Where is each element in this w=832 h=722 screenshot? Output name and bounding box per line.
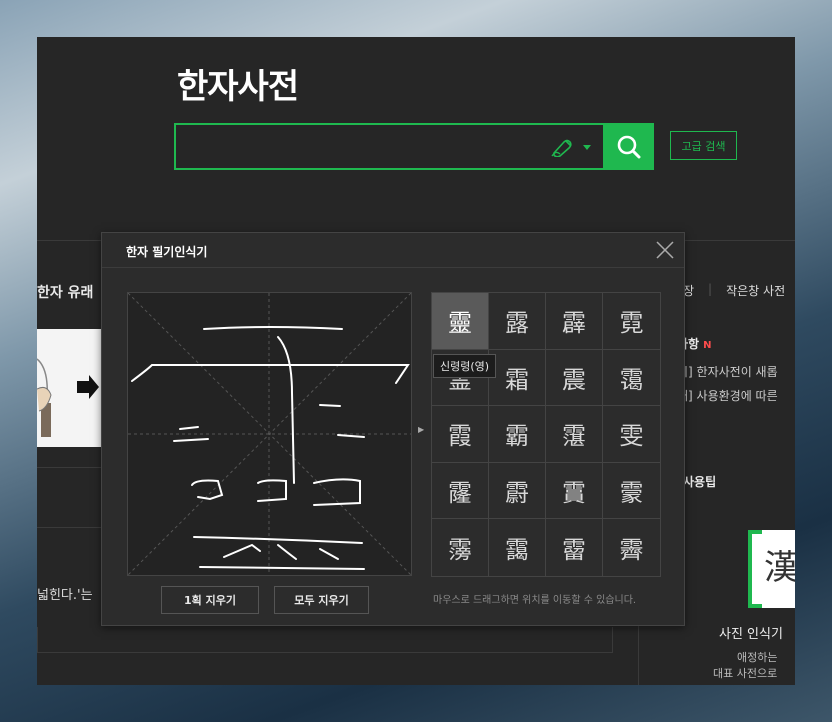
candidate-character[interactable]: 霨 (489, 462, 546, 520)
content-box (37, 627, 613, 653)
candidate-character[interactable]: 霣 (546, 462, 603, 520)
erase-all-button[interactable]: 모두 지우기 (274, 586, 369, 614)
advanced-search-button[interactable]: 고급 검색 (670, 131, 737, 160)
han-character-logo: 漢 (748, 530, 795, 608)
origin-heading: 한자 유래 (37, 285, 94, 301)
candidate-character[interactable]: 霳 (432, 462, 489, 520)
drag-hint: 마우스로 드래그하면 위치를 이동할 수 있습니다. (433, 595, 637, 606)
close-icon (656, 241, 674, 259)
candidate-character[interactable]: 露 (489, 293, 546, 350)
candidate-character[interactable]: 震 (546, 349, 603, 407)
quick-link-small-window[interactable]: 작은창 사전 (726, 282, 785, 299)
arrow-right-icon: ▶ (418, 425, 425, 434)
pen-icon (551, 139, 572, 157)
caret-down-icon (583, 145, 591, 150)
photo-recognizer-desc: 대표 사전으로 (713, 667, 778, 680)
candidate-character[interactable]: 霥 (603, 463, 660, 520)
close-button[interactable] (654, 239, 676, 261)
candidate-character[interactable]: 霶 (432, 519, 489, 576)
candidate-character[interactable]: 霭 (603, 350, 660, 407)
candidate-character[interactable]: 霓 (603, 293, 660, 350)
candidate-character[interactable]: 霜 (489, 349, 546, 407)
search-button[interactable] (604, 123, 654, 170)
candidate-tooltip: 신령령(영) (433, 354, 497, 378)
photo-recognizer-title[interactable]: 사진 인식기 (719, 623, 783, 642)
photo-recognizer-desc: 애정하는 (737, 651, 778, 664)
candidate-character[interactable]: 霮 (546, 406, 603, 463)
page-title: 한자사전 (177, 67, 299, 107)
new-badge: N (703, 340, 712, 351)
candidate-character[interactable]: 霽 (603, 519, 660, 576)
quick-links: 장 | 작은창 사전 (683, 282, 785, 299)
candidate-grid: 靈 露 霹 霓 霊 霜 震 霭 霞 霸 霮 雯 霳 霨 霣 霥 霶 靄 霤 霽 (431, 292, 661, 577)
origin-illustration (37, 329, 101, 447)
dialog-title: 한자 필기인식기 (126, 245, 208, 259)
candidate-character[interactable]: 霸 (489, 406, 546, 463)
separator: | (708, 282, 713, 296)
notice-item[interactable]: 새] 사용환경에 따른 (677, 387, 778, 404)
erase-one-stroke-button[interactable]: 1획 지우기 (161, 586, 259, 614)
handwriting-canvas[interactable] (127, 292, 412, 576)
divider (37, 527, 101, 528)
origin-text: 넓힌다.'는 (37, 588, 93, 603)
search-box (174, 123, 605, 170)
dialog-header: 한자 필기인식기 (102, 233, 684, 268)
candidate-character[interactable]: 雯 (603, 406, 660, 463)
candidate-character[interactable]: 靈 (432, 293, 489, 350)
handwriting-tool-button[interactable] (550, 135, 596, 159)
candidate-character[interactable]: 霤 (546, 519, 603, 576)
candidate-character[interactable]: 霹 (546, 293, 603, 350)
candidate-character[interactable]: 靄 (489, 519, 546, 576)
candidate-character[interactable]: 霞 (432, 406, 489, 463)
tips-heading: 사용팁 (683, 475, 717, 489)
notice-item[interactable]: 지] 한자사전이 새롭 (677, 363, 778, 380)
divider (37, 467, 101, 468)
search-icon (617, 135, 641, 158)
handwriting-recognizer-dialog: 한자 필기인식기 ▶ 靈 露 霹 霓 霊 霜 震 霭 霞 霸 霮 雯 霳 霨 霣… (101, 232, 685, 626)
search-input[interactable] (176, 125, 536, 168)
